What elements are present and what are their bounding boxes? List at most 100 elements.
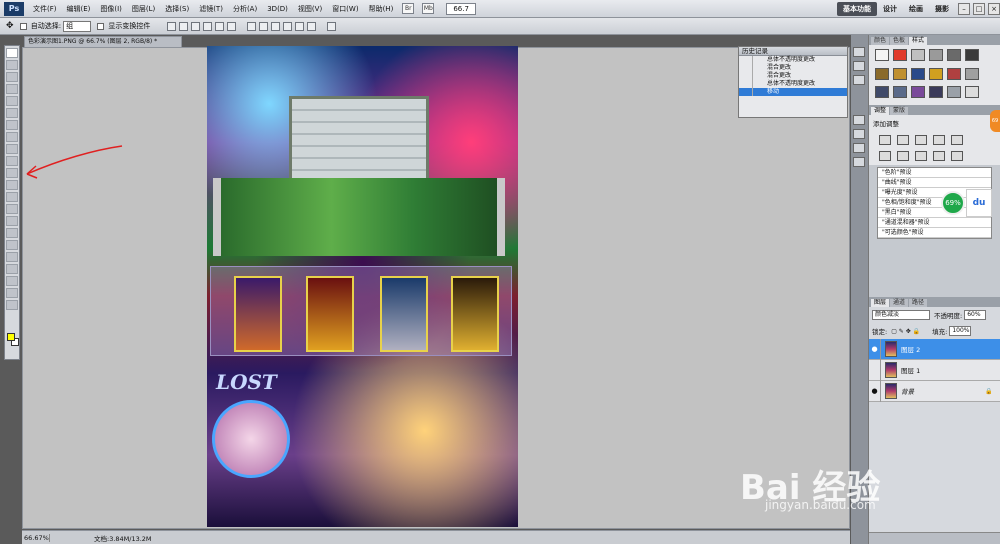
blur-tool-icon[interactable] xyxy=(6,192,18,202)
zoom-tool-icon[interactable] xyxy=(6,300,18,310)
style-swatch[interactable] xyxy=(875,67,889,80)
style-swatch[interactable] xyxy=(947,67,961,80)
actions-panel-icon[interactable] xyxy=(853,75,865,85)
style-swatch[interactable] xyxy=(875,86,889,99)
workspace-painting[interactable]: 绘画 xyxy=(903,2,929,16)
preset-levels[interactable]: "色阶"预设 xyxy=(878,168,991,178)
align-top-icon[interactable] xyxy=(167,21,177,31)
eye-icon[interactable]: ● xyxy=(869,380,881,402)
style-swatch[interactable] xyxy=(911,86,925,99)
menu-file[interactable]: 文件(F) xyxy=(28,4,62,14)
pen-tool-icon[interactable] xyxy=(6,216,18,226)
distribute-icon[interactable] xyxy=(247,21,257,31)
style-swatch[interactable] xyxy=(965,49,979,61)
blend-mode-dropdown[interactable]: 颜色减淡 xyxy=(872,310,930,320)
align-middle-icon[interactable] xyxy=(179,21,189,31)
panel-collapse-icon[interactable] xyxy=(853,47,865,57)
hue-saturation-icon[interactable] xyxy=(879,151,891,161)
history-row[interactable]: 总体不透明度更改 xyxy=(739,56,847,64)
tab-adjustments[interactable]: 调整 xyxy=(871,107,890,115)
levels-icon[interactable] xyxy=(897,135,909,145)
align-center-icon[interactable] xyxy=(215,21,225,31)
style-swatch[interactable] xyxy=(929,86,943,99)
mini-bridge-icon[interactable]: Mb xyxy=(422,3,435,14)
style-swatch[interactable] xyxy=(947,86,961,99)
distribute-icon[interactable] xyxy=(295,21,305,31)
auto-select-option[interactable]: 自动选择: xyxy=(19,21,61,31)
minimize-icon[interactable]: – xyxy=(958,2,970,15)
style-swatch[interactable] xyxy=(893,49,907,61)
crop-tool-icon[interactable] xyxy=(6,96,18,106)
history-row[interactable]: 混合更改 xyxy=(739,72,847,80)
tab-swatches[interactable]: 色板 xyxy=(890,37,909,45)
align-bottom-icon[interactable] xyxy=(191,21,201,31)
menu-select[interactable]: 选择(S) xyxy=(160,4,194,14)
3d-rotate-tool-icon[interactable] xyxy=(6,264,18,274)
progress-badge[interactable]: 69% xyxy=(941,191,965,215)
style-swatch[interactable] xyxy=(929,67,943,80)
photo-filter-icon[interactable] xyxy=(933,151,945,161)
healing-tool-icon[interactable] xyxy=(6,120,18,130)
hand-tool-icon[interactable] xyxy=(6,288,18,298)
move-tool-icon[interactable] xyxy=(6,48,18,58)
opacity-field[interactable]: 60% xyxy=(964,310,987,320)
gradient-tool-icon[interactable] xyxy=(6,180,18,190)
clone-stamp-tool-icon[interactable] xyxy=(6,144,18,154)
distribute-icon[interactable] xyxy=(271,21,281,31)
style-swatch[interactable] xyxy=(965,86,979,99)
paragraph-panel-icon[interactable] xyxy=(853,157,865,167)
side-badge[interactable]: 69 xyxy=(990,110,1000,132)
shape-tool-icon[interactable] xyxy=(6,252,18,262)
distribute-icon[interactable] xyxy=(283,21,293,31)
workspace-essentials[interactable]: 基本功能 xyxy=(837,1,877,16)
tab-layers[interactable]: 图层 xyxy=(871,299,890,307)
menu-view[interactable]: 视图(V) xyxy=(293,4,327,14)
eye-icon[interactable]: ● xyxy=(869,338,881,360)
style-swatch[interactable] xyxy=(929,49,943,61)
exposure-icon[interactable] xyxy=(933,135,945,145)
align-left-icon[interactable] xyxy=(203,21,213,31)
menu-3d[interactable]: 3D(D) xyxy=(262,5,293,13)
layers-footer-toolbar[interactable] xyxy=(869,532,1000,544)
zoom-level[interactable]: 66.7 xyxy=(446,2,476,15)
channel-mixer-icon[interactable] xyxy=(951,151,963,161)
brightness-icon[interactable] xyxy=(879,135,891,145)
tab-masks[interactable]: 蒙版 xyxy=(890,107,909,115)
style-swatch[interactable] xyxy=(911,67,925,80)
preset-selective-color[interactable]: "可选颜色"预设 xyxy=(878,228,991,238)
bridge-icon[interactable]: Br xyxy=(402,3,415,14)
path-select-tool-icon[interactable] xyxy=(6,240,18,250)
type-tool-icon[interactable] xyxy=(6,228,18,238)
lasso-tool-icon[interactable] xyxy=(6,72,18,82)
close-icon[interactable]: × xyxy=(988,2,1000,15)
clone-source-icon[interactable] xyxy=(853,129,865,139)
eraser-tool-icon[interactable] xyxy=(6,168,18,178)
vibrance-icon[interactable] xyxy=(951,135,963,145)
black-white-icon[interactable] xyxy=(915,151,927,161)
style-swatch[interactable] xyxy=(893,86,907,99)
foreground-color-swatch[interactable] xyxy=(7,333,15,341)
quick-select-tool-icon[interactable] xyxy=(6,84,18,94)
history-row[interactable]: 移动 xyxy=(739,88,847,96)
status-zoom[interactable]: 66.67% xyxy=(22,533,50,542)
preset-curves[interactable]: "曲线"预设 xyxy=(878,178,991,188)
menu-filter[interactable]: 滤镜(T) xyxy=(194,4,228,14)
menu-image[interactable]: 图像(I) xyxy=(95,4,127,14)
tab-paths[interactable]: 路径 xyxy=(909,299,928,307)
menu-help[interactable]: 帮助(H) xyxy=(364,4,399,14)
document-tab[interactable]: 色彩演示图1.PNG @ 66.7% (图层 2, RGB/8) * xyxy=(24,36,182,47)
auto-select-checkbox[interactable] xyxy=(19,22,27,30)
style-swatch[interactable] xyxy=(965,67,979,80)
curves-icon[interactable] xyxy=(915,135,927,145)
baidu-du-icon[interactable]: du xyxy=(966,189,992,217)
workspace-design[interactable]: 设计 xyxy=(877,2,903,16)
workspace-photography[interactable]: 摄影 xyxy=(929,2,955,16)
distribute-icon[interactable] xyxy=(259,21,269,31)
character-panel-icon[interactable] xyxy=(853,143,865,153)
history-panel-title[interactable]: 历史记录 xyxy=(739,47,847,56)
style-swatch[interactable] xyxy=(947,49,961,61)
menu-analysis[interactable]: 分析(A) xyxy=(228,4,262,14)
menu-window[interactable]: 窗口(W) xyxy=(327,4,363,14)
history-panel-icon[interactable] xyxy=(853,61,865,71)
dodge-tool-icon[interactable] xyxy=(6,204,18,214)
